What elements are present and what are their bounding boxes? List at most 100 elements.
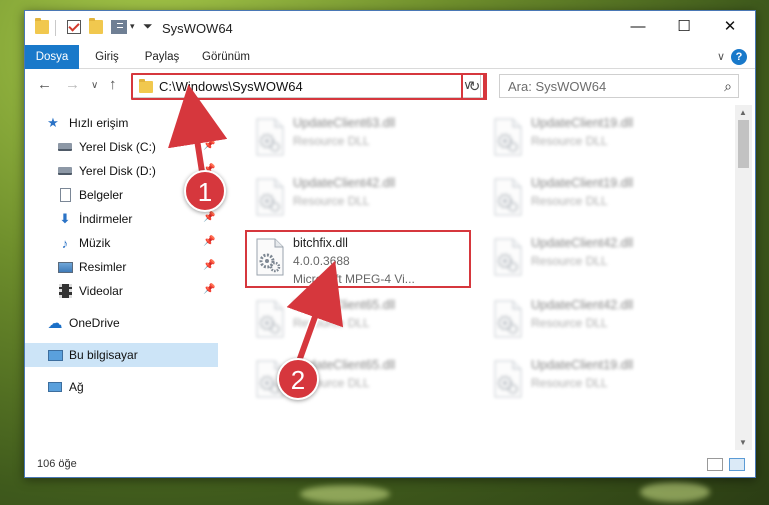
background-blur [640, 482, 710, 502]
file-description: Resource DLL [531, 316, 608, 330]
sidebar-item-network[interactable]: Ağ [25, 375, 218, 399]
list-item[interactable]: UpdateClient19.dll Resource DLL [483, 109, 713, 167]
list-item[interactable]: UpdateClient19.dll Resource DLL [483, 351, 713, 409]
list-item-highlighted[interactable]: bitchfix.dll 4.0.0.3688 Microsoft MPEG-4… [245, 229, 475, 287]
window-title: SysWOW64 [162, 21, 233, 36]
chevron-down-icon[interactable]: ▾ [130, 21, 135, 32]
sidebar-item-label: İndirmeler [79, 212, 133, 226]
sidebar-item-downloads[interactable]: ⬇ İndirmeler 📌 [25, 207, 218, 231]
file-name: UpdateClient42.dll [531, 298, 634, 312]
dll-file-icon [253, 117, 287, 157]
recent-locations-chevron-icon[interactable]: ∨ [91, 80, 98, 91]
drive-icon [57, 139, 73, 155]
new-folder-icon[interactable] [89, 18, 103, 34]
pin-icon[interactable]: 📌 [203, 284, 215, 295]
details-view-icon[interactable] [707, 458, 723, 471]
dll-file-icon [491, 359, 525, 399]
sidebar-item-this-pc[interactable]: Bu bilgisayar [25, 343, 218, 367]
status-bar: 106 öğe [25, 453, 755, 477]
search-icon[interactable]: ⌕ [724, 78, 732, 95]
back-arrow-icon[interactable]: ← [37, 76, 52, 93]
file-description: Microsoft MPEG-4 Vi... [293, 272, 415, 286]
file-name: UpdateClient42.dll [293, 176, 396, 190]
drive-icon [57, 163, 73, 179]
video-icon [57, 283, 73, 299]
pin-icon[interactable]: 📌 [203, 260, 215, 271]
scrollbar-thumb[interactable] [738, 120, 749, 168]
sidebar-item-label: Videolar [79, 284, 123, 298]
download-icon: ⬇ [59, 211, 71, 226]
customize-toolbar-icon[interactable] [111, 20, 127, 34]
file-list: UpdateClient63.dll Resource DLL UpdateCl… [235, 105, 735, 450]
pin-icon[interactable]: 📌 [203, 212, 215, 223]
sidebar-item-label: Ağ [69, 380, 84, 394]
sidebar-item-onedrive[interactable]: ☁ OneDrive [25, 311, 218, 335]
dll-file-icon [491, 177, 525, 217]
scroll-up-icon[interactable]: ▲ [739, 108, 747, 117]
large-icons-view-icon[interactable] [729, 458, 745, 471]
search-placeholder: Ara: SysWOW64 [508, 79, 607, 94]
scroll-down-icon[interactable]: ▼ [739, 438, 747, 447]
file-version: 4.0.0.3688 [293, 254, 350, 268]
sidebar-item-videos[interactable]: Videolar 📌 [25, 279, 218, 303]
file-name: UpdateClient65.dll [293, 298, 396, 312]
properties-check-icon[interactable] [67, 20, 81, 34]
list-item[interactable]: UpdateClient42.dll Resource DLL [483, 229, 713, 287]
quick-access-dropdown-icon[interactable]: ⏷ [143, 19, 153, 34]
dll-file-icon [491, 117, 525, 157]
callout-badge-1: 1 [184, 170, 226, 212]
sidebar-item-label: Yerel Disk (C:) [79, 140, 156, 154]
sidebar-item-label: OneDrive [69, 316, 120, 330]
list-item[interactable]: UpdateClient63.dll Resource DLL [245, 109, 475, 167]
vertical-scrollbar[interactable]: ▲ ▼ [735, 105, 752, 450]
tab-view[interactable]: Görünüm [197, 45, 255, 69]
sidebar-item-label: Belgeler [79, 188, 124, 202]
file-description: Resource DLL [531, 254, 608, 268]
navigation-pane: ★ Hızlı erişim Yerel Disk (C:) 📌 Yerel D… [25, 105, 218, 450]
minimize-button[interactable]: — [615, 11, 661, 41]
file-description: Resource DLL [531, 376, 608, 390]
ribbon: Dosya Giriş Paylaş Görünüm ∨ ? [25, 45, 755, 69]
sidebar-item-drive-c[interactable]: Yerel Disk (C:) 📌 [25, 135, 218, 159]
dll-file-icon [253, 237, 287, 277]
computer-icon [47, 347, 63, 363]
file-name: UpdateClient19.dll [531, 116, 634, 130]
file-name: UpdateClient42.dll [531, 236, 634, 250]
help-icon[interactable]: ? [731, 49, 747, 65]
up-arrow-icon[interactable]: ↑ [109, 76, 117, 93]
tab-file[interactable]: Dosya [25, 45, 79, 69]
forward-arrow-icon[interactable]: → [65, 76, 80, 93]
sidebar-item-quick-access[interactable]: ★ Hızlı erişim [25, 111, 218, 135]
close-button[interactable]: ✕ [707, 11, 753, 41]
address-bar[interactable]: C:\Windows\SysWOW64 ∨ [131, 74, 481, 98]
dll-file-icon [253, 177, 287, 217]
dll-file-icon [491, 299, 525, 339]
sidebar-item-pictures[interactable]: Resimler 📌 [25, 255, 218, 279]
refresh-icon[interactable]: ↻ [464, 74, 486, 98]
sidebar-item-label: Hızlı erişim [69, 116, 129, 130]
callout-badge-2: 2 [277, 358, 319, 400]
dll-file-icon [253, 299, 287, 339]
list-item[interactable]: UpdateClient42.dll Resource DLL [245, 169, 475, 227]
music-icon: ♪ [61, 235, 69, 251]
list-item[interactable]: UpdateClient19.dll Resource DLL [483, 169, 713, 227]
search-input[interactable]: Ara: SysWOW64 ⌕ [499, 74, 739, 98]
network-icon [47, 379, 63, 395]
list-item[interactable]: UpdateClient42.dll Resource DLL [483, 291, 713, 349]
expand-ribbon-icon[interactable]: ∨ [717, 50, 725, 63]
pin-icon[interactable]: 📌 [203, 140, 215, 151]
tab-share[interactable]: Paylaş [137, 45, 187, 69]
file-description: Resource DLL [293, 134, 370, 148]
sidebar-item-music[interactable]: ♪ Müzik 📌 [25, 231, 218, 255]
item-count: 106 öğe [37, 458, 77, 470]
tab-home[interactable]: Giriş [87, 45, 127, 69]
list-item[interactable]: UpdateClient65.dll Resource DLL [245, 291, 475, 349]
address-path[interactable]: C:\Windows\SysWOW64 [159, 79, 303, 94]
maximize-button[interactable]: ☐ [661, 11, 707, 41]
folder-icon [35, 18, 49, 34]
file-name: UpdateClient19.dll [531, 176, 634, 190]
file-description: Resource DLL [293, 194, 370, 208]
pin-icon[interactable]: 📌 [203, 236, 215, 247]
sidebar-item-label: Resimler [79, 260, 127, 274]
folder-icon [139, 79, 153, 93]
